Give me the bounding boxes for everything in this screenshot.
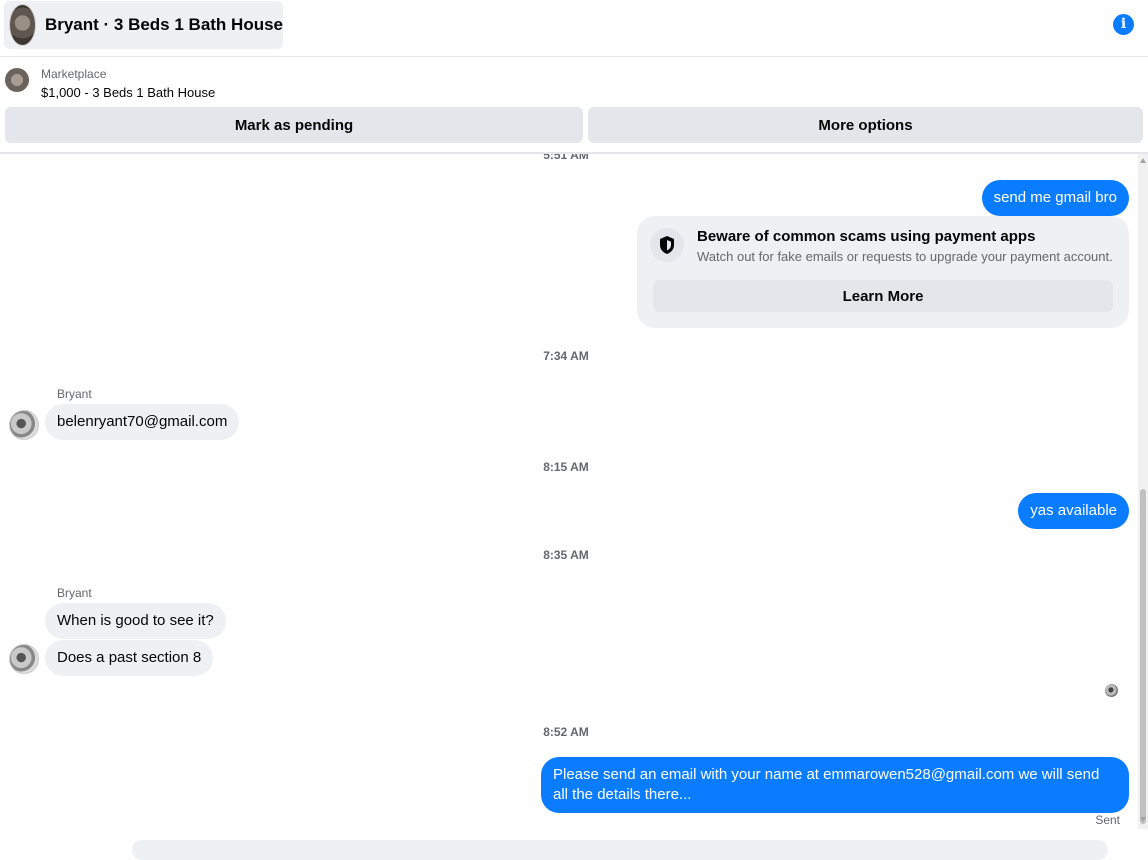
mark-as-pending-button[interactable]: Mark as pending — [5, 107, 583, 143]
incoming-message[interactable]: Does a past section 8 — [45, 640, 214, 676]
scrollbar-thumb[interactable] — [1140, 489, 1146, 824]
conversation-title: Bryant · 3 Beds 1 Bath House — [44, 15, 283, 34]
timestamp: 8:35 AM — [543, 548, 589, 562]
shield-icon — [650, 228, 684, 262]
chat-scrollbar[interactable] — [1138, 154, 1148, 829]
marketplace-listing[interactable]: Marketplace $1,000 - 3 Beds 1 Bath House — [0, 57, 1148, 105]
message-composer[interactable] — [132, 840, 1108, 860]
read-receipt-avatar — [1105, 684, 1118, 697]
more-options-button[interactable]: More options — [588, 107, 1143, 143]
info-icon[interactable]: i — [1113, 14, 1134, 35]
listing-price-title: $1,000 - 3 Beds 1 Bath House — [41, 85, 216, 100]
timestamp: 8:52 AM — [543, 725, 589, 739]
timestamp: 7:34 AM — [543, 349, 589, 363]
conversation-header: Bryant · 3 Beds 1 Bath House i — [0, 0, 1148, 57]
scam-warning-card: Beware of common scams using payment app… — [637, 216, 1129, 328]
scam-warning-title: Beware of common scams using payment app… — [697, 228, 1036, 245]
sender-name: Bryant — [57, 387, 92, 401]
message-thread[interactable]: 5:51 AM send me gmail bro Beware of comm… — [0, 154, 1148, 847]
scroll-up-arrow-icon[interactable] — [1140, 158, 1146, 163]
incoming-message[interactable]: belenryant70@gmail.com — [45, 404, 240, 440]
learn-more-button[interactable]: Learn More — [653, 280, 1113, 312]
sender-avatar[interactable] — [9, 410, 39, 440]
conversation-avatar — [9, 4, 36, 46]
timestamp: 8:15 AM — [543, 460, 589, 474]
sender-avatar[interactable] — [9, 644, 39, 674]
sent-status: Sent — [1095, 813, 1120, 827]
outgoing-message[interactable]: yas available — [1018, 493, 1129, 529]
sender-name: Bryant — [57, 586, 92, 600]
scroll-down-arrow-icon[interactable] — [1140, 817, 1146, 822]
scam-warning-subtitle: Watch out for fake emails or requests to… — [697, 249, 1113, 264]
incoming-message[interactable]: When is good to see it? — [45, 603, 226, 639]
outgoing-message[interactable]: send me gmail bro — [981, 180, 1129, 216]
listing-source-label: Marketplace — [41, 67, 107, 81]
listing-thumbnail — [5, 68, 29, 92]
conversation-title-button[interactable]: Bryant · 3 Beds 1 Bath House — [4, 1, 283, 49]
outgoing-message[interactable]: Please send an email with your name at e… — [541, 757, 1129, 813]
timestamp: 5:51 AM — [543, 154, 589, 162]
